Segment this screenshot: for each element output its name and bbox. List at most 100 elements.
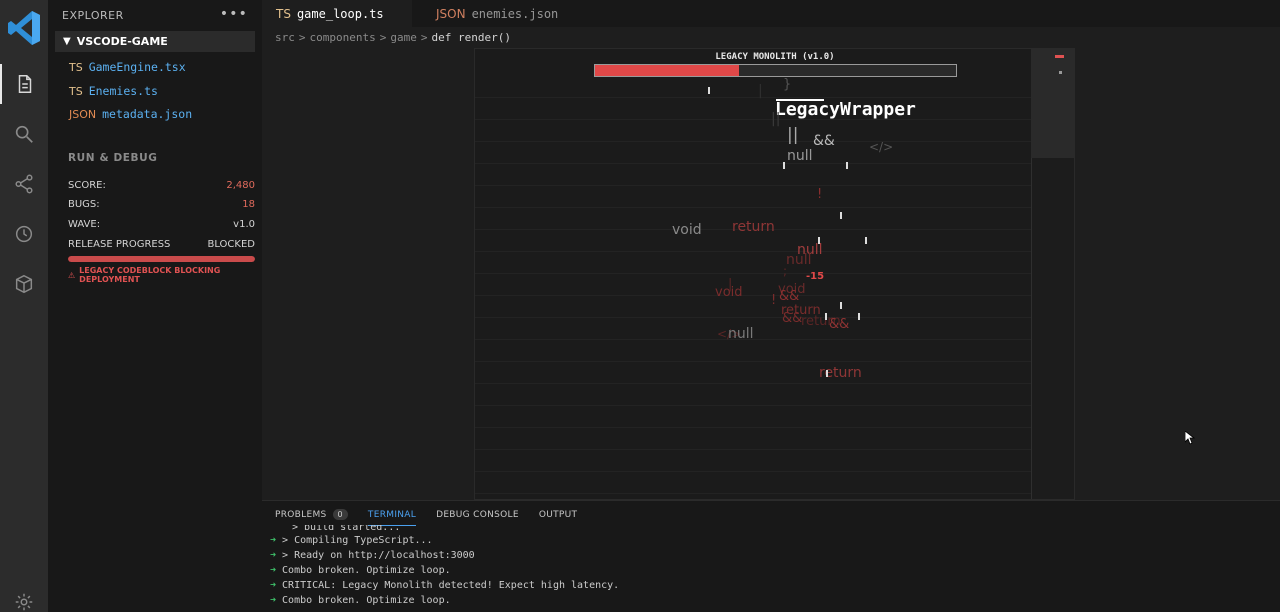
project-folder[interactable]: ▼ VSCODE-GAME [55,31,255,52]
breadcrumb-item[interactable]: def render() [431,31,510,44]
boss-health-bar [594,64,957,77]
breadcrumb-item[interactable]: src [275,31,295,44]
prompt-arrow-icon: ➜ [270,565,277,576]
chevron-right-icon: > [379,31,387,44]
bottom-panel: PROBLEMS 0 TERMINAL DEBUG CONSOLE OUTPUT… [262,500,1280,612]
code-token: null [786,252,812,268]
projectile [783,162,785,169]
projectile [708,87,710,94]
projectile [858,313,860,320]
timeline-icon[interactable] [0,214,48,254]
code-token: } [783,77,792,92]
terminal-text: Combo broken. Optimize loop. [282,595,451,606]
tab-output[interactable]: OUTPUT [539,509,577,520]
code-token: ; [783,264,788,278]
source-control-icon[interactable] [0,164,48,204]
code-line [475,493,1031,494]
file-item[interactable]: JSON metadata.json [69,107,192,121]
breadcrumb-item[interactable]: components [310,31,376,44]
more-actions-icon[interactable]: ••• [220,6,248,22]
prompt-arrow-icon: ➜ [270,535,277,546]
code-line [475,405,1031,406]
file-item[interactable]: TS GameEngine.tsx [69,60,186,74]
tab-label: PROBLEMS [275,509,327,520]
chevron-down-icon: ▼ [63,36,71,47]
terminal-line: ➜ CRITICAL: Legacy Monolith detected! Ex… [270,578,619,593]
tab-terminal[interactable]: TERMINAL [367,509,417,526]
warning-text: LEGACY CODEBLOCK BLOCKING DEPLOYMENT [79,266,221,284]
minimap-slider[interactable] [1031,49,1074,158]
tab-problems[interactable]: PROBLEMS 0 [275,509,348,520]
warning-icon: ⚠ [68,270,76,280]
code-token: && [782,311,803,326]
stat-label: BUGS: [68,199,100,210]
code-line [475,251,1031,252]
code-token: || [787,125,799,145]
code-token: </> [869,140,894,154]
terminal-line: ➜ > Ready on http://localhost:3000 [270,548,619,563]
tab-game-loop[interactable]: TS game_loop.ts [262,0,412,27]
code-line [475,361,1031,362]
activity-bar [0,0,48,612]
tab-label: OUTPUT [538,509,578,520]
score-stat: SCORE: 2,480 [68,180,255,191]
code-token: | [728,277,733,292]
code-line [475,427,1031,428]
projectile [825,313,827,320]
game-canvas[interactable]: LEGACY MONOLITH (v1.0) LegacyWrapper } |… [474,48,1075,500]
file-name: GameEngine.tsx [88,60,186,74]
explorer-sidebar: EXPLORER ••• ▼ VSCODE-GAME TS GameEngine… [48,0,262,612]
search-icon[interactable] [0,114,48,154]
projectile [846,162,848,169]
code-line [475,273,1031,274]
json-icon: JSON [436,6,466,21]
files-icon[interactable] [0,64,48,104]
projectile [865,237,867,244]
terminal-text: Combo broken. Optimize loop. [282,565,451,576]
code-token: null [728,326,754,342]
stat-label: SCORE: [68,180,106,191]
tab-label: TERMINAL [367,509,417,520]
file-name: metadata.json [102,107,193,121]
code-line [475,119,1031,120]
chevron-right-icon: > [298,31,306,44]
code-line [475,207,1031,208]
code-token: && [813,133,835,149]
tab-label: DEBUG CONSOLE [436,509,519,520]
problems-count-badge: 0 [332,509,348,520]
progress-fill [68,256,255,262]
code-token: null [787,148,813,164]
project-name: VSCODE-GAME [76,35,168,48]
explorer-title: EXPLORER [62,9,124,22]
boss-health-fill [595,65,740,76]
code-line [475,97,1031,98]
tab-label: game_loop.ts [296,6,384,21]
typescript-icon: TS [69,84,83,98]
prompt-arrow-icon: ➜ [270,550,277,561]
projectile [826,370,828,377]
wave-stat: WAVE: v1.0 [68,219,255,230]
vscode-logo-icon[interactable] [6,8,42,48]
breadcrumb-item[interactable]: game [390,31,417,44]
stat-label: WAVE: [68,219,101,230]
extensions-icon[interactable] [0,264,48,304]
prompt-arrow-icon: ➜ [270,595,277,606]
terminal-text: > build started... [292,525,401,533]
terminal-text: CRITICAL: Legacy Monolith detected! Expe… [282,580,620,591]
tab-debug-console[interactable]: DEBUG CONSOLE [436,509,519,520]
tab-enemies[interactable]: JSON enemies.json [412,0,572,27]
stat-value: v1.0 [233,219,255,230]
stat-value: BLOCKED [207,239,255,250]
boss-name: LEGACY MONOLITH (v1.0) [715,52,835,62]
code-line [475,141,1031,142]
code-token: && [779,289,800,304]
run-debug-title: RUN & DEBUG [68,152,158,164]
code-line [475,295,1031,296]
chevron-right-icon: > [420,31,428,44]
file-item[interactable]: TS Enemies.ts [69,84,158,98]
terminal-output[interactable]: > build started... ➜ > Compiling TypeScr… [270,525,619,608]
gear-icon[interactable] [0,582,48,612]
code-line [475,471,1031,472]
stat-label: RELEASE PROGRESS [68,239,171,250]
editor-tabs: TS game_loop.ts JSON enemies.json [262,0,1280,27]
